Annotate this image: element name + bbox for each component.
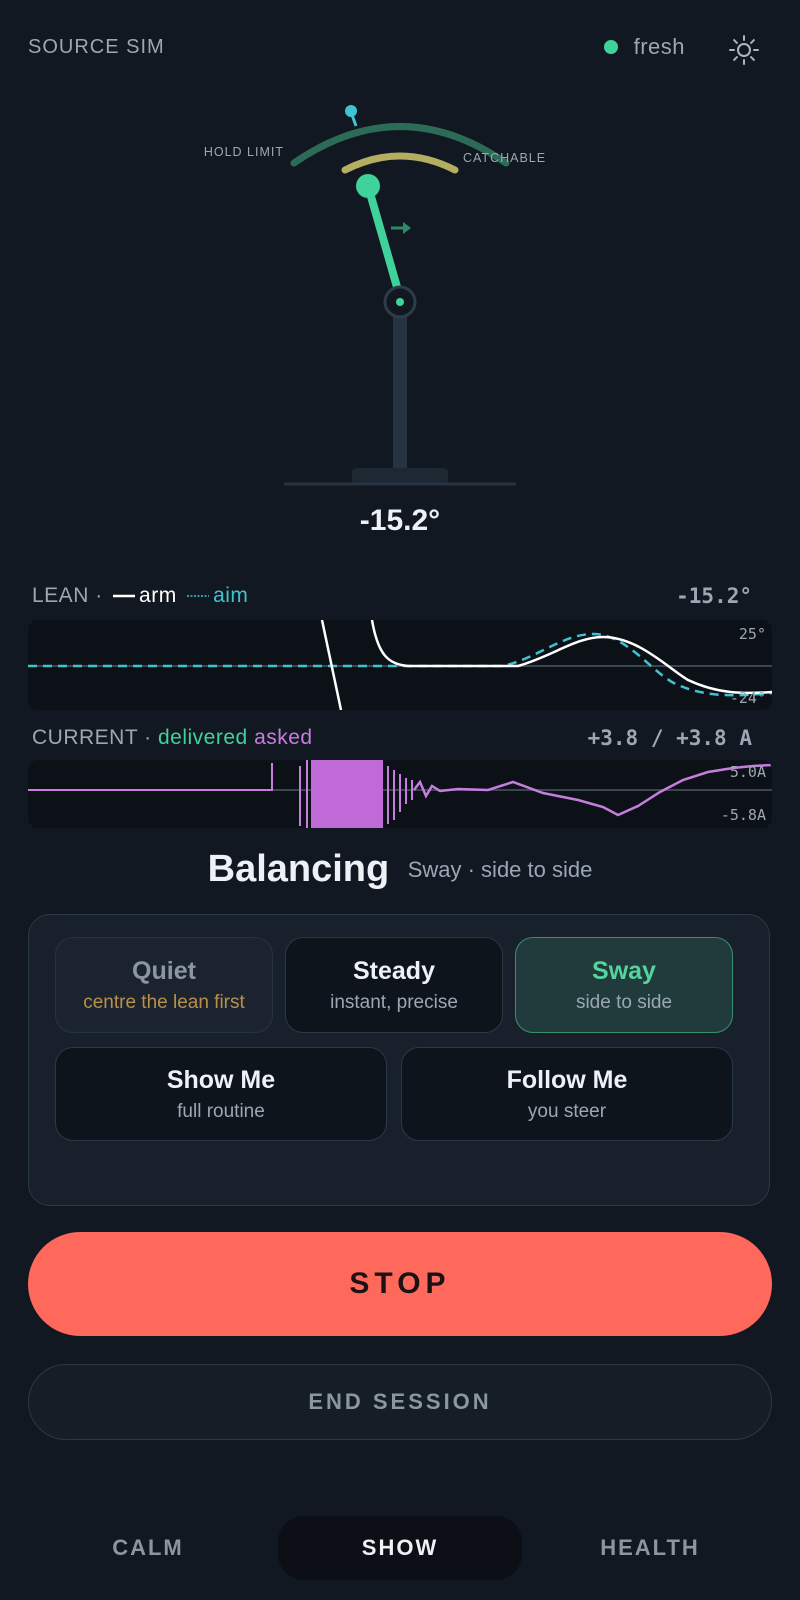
asked-noise-block — [311, 760, 383, 828]
delivered-legend-label: delivered — [157, 726, 248, 749]
mode-subtitle: Sway · side to side — [407, 856, 593, 882]
mode-button-title: Follow Me — [506, 1065, 628, 1094]
lean-plot-value: -15.2° — [676, 584, 752, 608]
current-plot-legend: CURRENT · delivered asked — [32, 726, 313, 749]
status-text: fresh — [633, 34, 685, 59]
app-title: SOURCE SIM — [28, 36, 165, 58]
current-ymin-label: -5.8A — [721, 806, 766, 824]
lean-ymin-label: -24° — [730, 689, 766, 707]
pendulum-bob — [356, 174, 380, 198]
arm-legend-swatch — [113, 595, 136, 598]
push-direction-arrow-icon — [391, 222, 411, 234]
arm-legend-label: arm — [139, 584, 177, 607]
mode-button-title: Show Me — [166, 1065, 276, 1094]
aim-legend-label: aim — [213, 584, 249, 607]
catchable-label: CATCHABLE — [463, 151, 546, 165]
lean-plot-title: LEAN — [32, 584, 89, 607]
pendulum-arm — [364, 182, 401, 291]
mode-button-subtitle: you steer — [527, 1100, 607, 1122]
mode-button-title: Sway — [592, 956, 656, 985]
mode-button-subtitle: full routine — [177, 1100, 265, 1122]
mode-button-show-me[interactable]: Show Me full routine — [55, 1047, 387, 1141]
mode-selector-panel: Quiet centre the lean first Steady insta… — [28, 914, 770, 1206]
mode-name: Balancing — [207, 848, 390, 890]
mode-heading: Balancing Sway · side to side — [0, 848, 800, 891]
mode-button-subtitle: centre the lean first — [83, 991, 245, 1013]
lean-plot: 25° -24° — [28, 620, 772, 710]
mode-button-subtitle: instant, precise — [330, 991, 458, 1013]
asked-step-line — [28, 763, 273, 791]
mode-button-title: Quiet — [132, 956, 196, 985]
pivot-center — [396, 298, 404, 306]
mode-button-quiet[interactable]: Quiet centre the lean first — [55, 937, 273, 1033]
connection-status: fresh — [603, 34, 685, 60]
mode-button-subtitle: side to side — [575, 991, 673, 1013]
aim-marker-dot — [345, 105, 357, 117]
pendulum-post — [393, 302, 407, 472]
mode-button-follow-me[interactable]: Follow Me you steer — [401, 1047, 733, 1141]
lean-plot-header: LEAN · arm aim -15.2° — [32, 581, 752, 611]
tab-calm[interactable]: CALM — [48, 1516, 248, 1580]
lean-ymax-label: 25° — [739, 625, 766, 643]
asked-noise-burst — [299, 760, 308, 828]
theme-toggle-button[interactable] — [728, 34, 760, 66]
pendulum-gauge: HOLD LIMIT CATCHABLE — [204, 105, 546, 486]
asked-legend-label: asked — [254, 726, 313, 749]
sun-icon — [729, 35, 759, 65]
current-plot-header: CURRENT · delivered asked +3.8 / +3.8 A — [32, 723, 752, 753]
mode-button-sway[interactable]: Sway side to side — [515, 937, 733, 1033]
mode-button-steady[interactable]: Steady instant, precise — [285, 937, 503, 1033]
current-ymax-label: 5.0A — [730, 763, 766, 781]
tab-show[interactable]: SHOW — [278, 1516, 522, 1580]
tab-health[interactable]: HEALTH — [550, 1516, 750, 1580]
pendulum-base — [352, 468, 448, 484]
current-plot: 5.0A -5.8A — [28, 760, 772, 828]
asked-noise-fade — [387, 766, 413, 824]
current-plot-title: CURRENT — [32, 726, 138, 749]
status-dot-icon — [603, 40, 618, 54]
hold-limit-label: HOLD LIMIT — [204, 145, 284, 159]
aim-legend-swatch — [187, 595, 210, 598]
end-session-button[interactable]: END SESSION — [28, 1364, 772, 1440]
lean-plot-legend: LEAN · arm aim — [32, 584, 249, 607]
catchable-arc — [341, 152, 459, 174]
stop-button[interactable]: STOP — [28, 1232, 772, 1336]
current-plot-value: +3.8 / +3.8 A — [587, 726, 752, 750]
mode-button-title: Steady — [353, 956, 435, 985]
angle-readout: -15.2° — [359, 504, 441, 537]
